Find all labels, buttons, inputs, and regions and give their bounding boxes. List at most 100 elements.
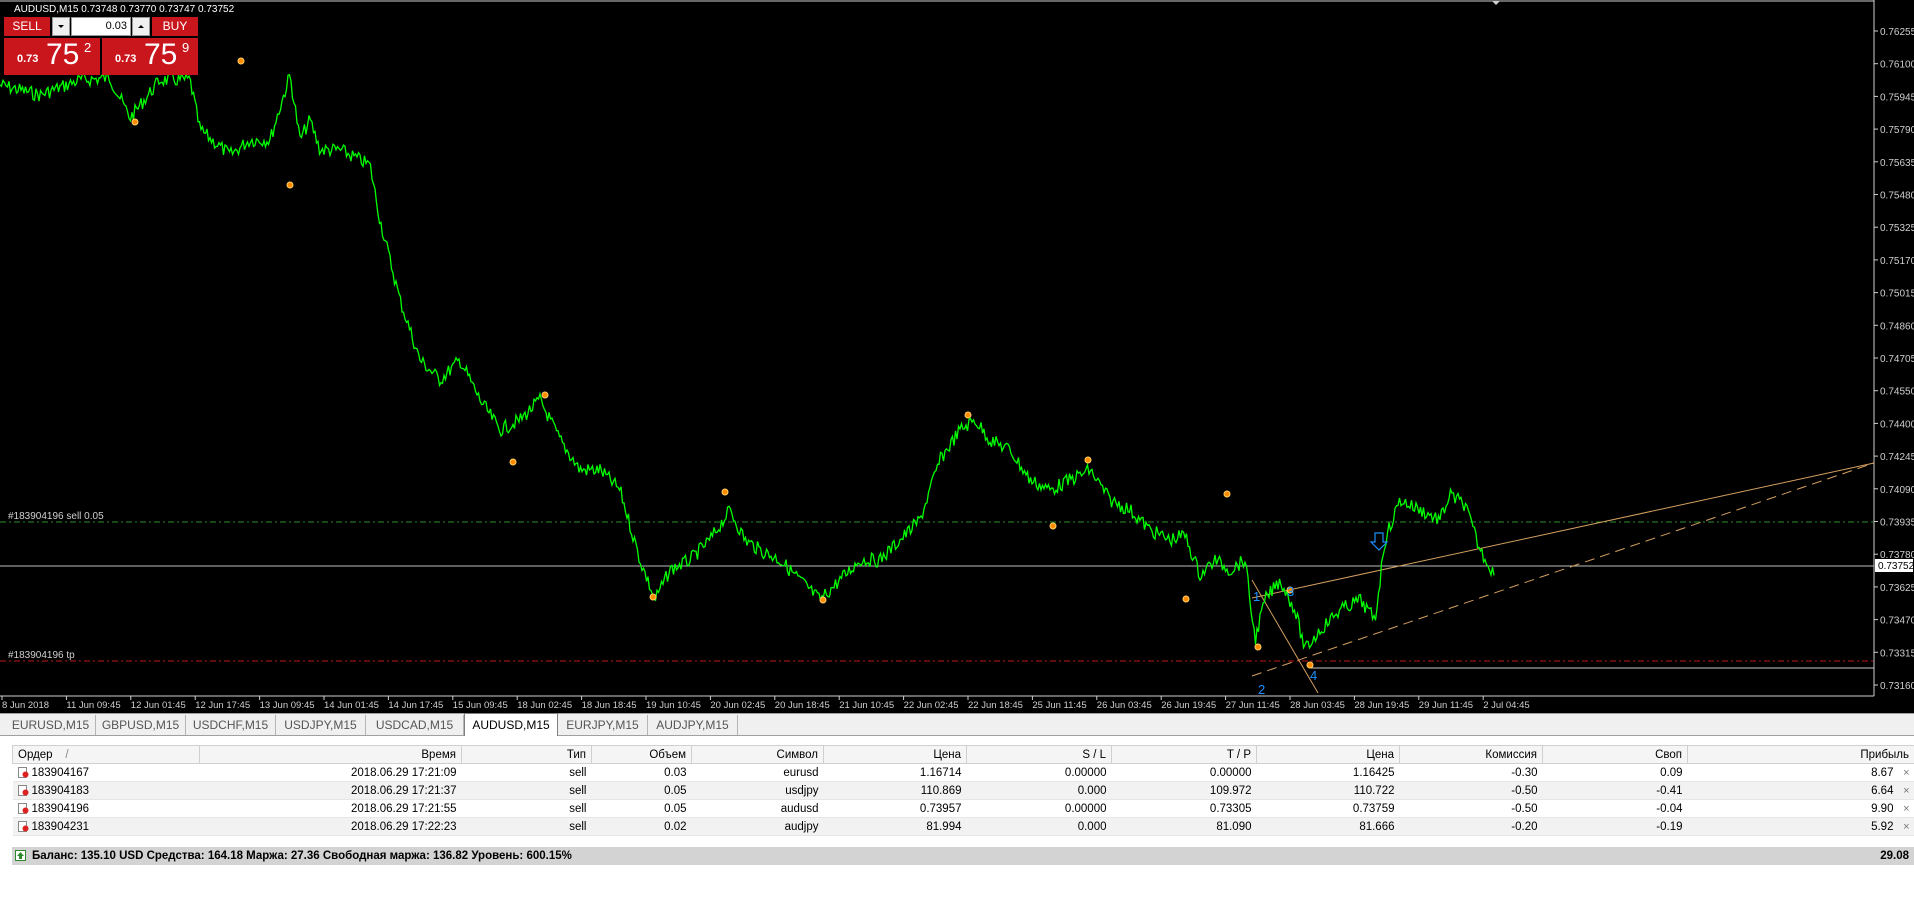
time-cell: 2018.06.29 17:21:55 <box>199 799 462 818</box>
time-axis-label: 18 Jun 02:45 <box>517 700 572 711</box>
header-commission[interactable]: Комиссия <box>1399 745 1543 764</box>
sl-cell[interactable]: 0.00000 <box>966 799 1112 818</box>
price-axis: 0.76255 0.76100 0.75945 0.75790 0.75635 0.754… <box>1874 27 1914 692</box>
current-price-cell: 81.666 <box>1256 817 1400 836</box>
tab-gbpusd[interactable]: GBPUSD,M15 <box>96 715 186 735</box>
time-axis-label: 12 Jun 01:45 <box>131 700 186 711</box>
trade-panel: Ордер / Время Тип Объем Символ Цена S / … <box>0 737 1914 902</box>
time-axis-label: 13 Jun 09:45 <box>260 700 315 711</box>
commission-cell: -0.20 <box>1399 817 1543 836</box>
header-profit[interactable]: Прибыль <box>1687 745 1914 764</box>
tab-usdchf[interactable]: USDCHF,M15 <box>186 715 276 735</box>
tab-usdcad[interactable]: USDCAD,M15 <box>366 715 464 735</box>
buy-price-box[interactable]: 0.73 75 9 <box>102 38 198 75</box>
wave-label-4: 4 <box>1310 668 1317 683</box>
price-series-line <box>0 71 1495 650</box>
profit-cell: 6.64 × <box>1687 781 1914 800</box>
time-axis-label: 29 Jun 11:45 <box>1419 700 1473 711</box>
fractal-marker <box>237 57 245 65</box>
time-axis-label: 26 Jun 03:45 <box>1097 700 1152 711</box>
header-swap[interactable]: Своп <box>1542 745 1688 764</box>
tp-cell[interactable]: 81.090 <box>1111 817 1257 836</box>
profit-cell: 8.67 × <box>1687 763 1914 782</box>
lot-up-button[interactable] <box>132 17 150 36</box>
order-id: 183904167 <box>31 766 90 779</box>
one-click-trading-panel: SELL 0.03 BUY 0.73 75 2 0.73 75 9 <box>4 17 198 75</box>
balance-row: Баланс: 135.10 USD Средства: 164.18 Марж… <box>12 847 1914 865</box>
header-time[interactable]: Время <box>199 745 462 764</box>
header-symbol[interactable]: Символ <box>691 745 824 764</box>
sl-cell[interactable]: 0.000 <box>966 817 1112 836</box>
price-chart[interactable]: 0.76255 0.76100 0.75945 0.75790 0.75635 0.754… <box>0 0 1914 713</box>
buy-price-pips: 75 <box>144 38 178 71</box>
tp-cell[interactable]: 109.972 <box>1111 781 1257 800</box>
header-type[interactable]: Тип <box>461 745 592 764</box>
buy-button[interactable]: BUY <box>152 17 198 36</box>
time-axis-label: 11 Jun 09:45 <box>66 700 120 711</box>
price-axis-label: 0.73935 <box>1880 518 1914 529</box>
price-axis-label: 0.73625 <box>1880 583 1914 594</box>
wave-label-3: 3 <box>1287 584 1294 599</box>
time-axis-label: 25 Jun 11:45 <box>1032 700 1086 711</box>
symbol-cell: eurusd <box>691 763 824 782</box>
header-volume[interactable]: Объем <box>591 745 692 764</box>
chart-area[interactable]: 0.76255 0.76100 0.75945 0.75790 0.75635 0.754… <box>0 0 1914 713</box>
balance-icon <box>15 850 26 861</box>
close-order-icon[interactable]: × <box>1903 767 1909 779</box>
time-axis-label: 20 Jun 18:45 <box>775 700 830 711</box>
time-axis-label: 12 Jun 17:45 <box>195 700 250 711</box>
close-order-icon[interactable]: × <box>1903 785 1909 797</box>
sl-cell[interactable]: 0.00000 <box>966 763 1112 782</box>
header-price[interactable]: Цена <box>823 745 967 764</box>
tab-audusd[interactable]: AUDUSD,M15 <box>464 713 558 736</box>
total-profit: 29.08 <box>1880 850 1909 862</box>
header-tp[interactable]: T / P <box>1111 745 1257 764</box>
tp-cell[interactable]: 0.73305 <box>1111 799 1257 818</box>
table-row[interactable]: 183904196 2018.06.29 17:21:55 sell 0.05 … <box>12 799 1914 818</box>
table-row[interactable]: 183904183 2018.06.29 17:21:37 sell 0.05 … <box>12 781 1914 800</box>
trendline-lower <box>1251 462 1875 677</box>
profit-value: 6.64 <box>1871 784 1894 797</box>
lot-size-input[interactable]: 0.03 <box>71 17 131 36</box>
profit-value: 8.67 <box>1871 766 1894 779</box>
type-cell: sell <box>461 763 592 782</box>
time-axis-label: 28 Jun 03:45 <box>1290 700 1345 711</box>
close-order-icon[interactable]: × <box>1903 821 1909 833</box>
fractal-marker <box>1049 522 1057 530</box>
table-row[interactable]: 183904231 2018.06.29 17:22:23 sell 0.02 … <box>12 817 1914 836</box>
time-axis-label: 14 Jun 17:45 <box>388 700 443 711</box>
lot-down-button[interactable] <box>52 17 70 36</box>
header-order[interactable]: Ордер / <box>12 745 200 764</box>
fractal-marker <box>286 181 294 189</box>
tab-audjpy[interactable]: AUDJPY,M15 <box>648 715 738 735</box>
close-order-icon[interactable]: × <box>1903 803 1909 815</box>
sell-button[interactable]: SELL <box>4 17 50 36</box>
volume-cell: 0.02 <box>591 817 692 836</box>
sell-order-icon <box>17 820 29 832</box>
header-sl[interactable]: S / L <box>966 745 1112 764</box>
time-axis-label: 22 Jun 02:45 <box>904 700 959 711</box>
header-current-price[interactable]: Цена <box>1256 745 1400 764</box>
price-cell: 81.994 <box>823 817 967 836</box>
price-axis-label: 0.74245 <box>1880 452 1914 463</box>
commission-cell: -0.30 <box>1399 763 1543 782</box>
table-row[interactable]: 183904167 2018.06.29 17:21:09 sell 0.03 … <box>12 763 1914 782</box>
volume-cell: 0.05 <box>591 799 692 818</box>
commission-cell: -0.50 <box>1399 799 1543 818</box>
type-cell: sell <box>461 781 592 800</box>
tab-usdjpy[interactable]: USDJPY,M15 <box>276 715 366 735</box>
tab-eurusd[interactable]: EURUSD,M15 <box>6 715 96 735</box>
sell-price-point: 2 <box>84 40 92 55</box>
symbol-cell: usdjpy <box>691 781 824 800</box>
sell-price-box[interactable]: 0.73 75 2 <box>4 38 100 75</box>
time-axis-label: 26 Jun 19:45 <box>1161 700 1216 711</box>
current-price-cell: 110.722 <box>1256 781 1400 800</box>
fractal-marker <box>1254 643 1262 651</box>
tp-cell[interactable]: 0.00000 <box>1111 763 1257 782</box>
sell-order-icon <box>17 766 29 778</box>
order-id: 183904183 <box>31 784 90 797</box>
tab-eurjpy[interactable]: EURJPY,M15 <box>558 715 648 735</box>
sl-cell[interactable]: 0.000 <box>966 781 1112 800</box>
price-axis-label: 0.73315 <box>1880 648 1914 659</box>
swap-cell: -0.19 <box>1542 817 1688 836</box>
